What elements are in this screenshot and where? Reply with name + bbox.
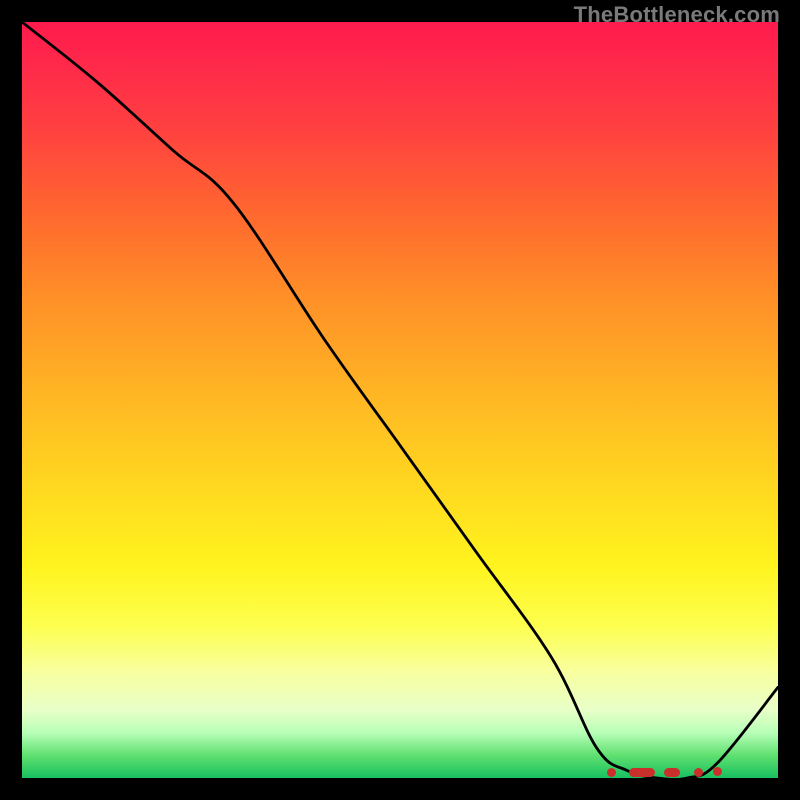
optimal-marker	[629, 768, 655, 777]
bottleneck-curve-path	[22, 22, 778, 778]
optimal-marker	[607, 768, 616, 777]
optimal-marker	[664, 768, 680, 777]
curve-svg	[22, 22, 778, 778]
plot-area	[22, 22, 778, 778]
chart-stage: TheBottleneck.com	[0, 0, 800, 800]
optimal-marker	[713, 767, 722, 776]
optimal-marker	[694, 768, 703, 777]
